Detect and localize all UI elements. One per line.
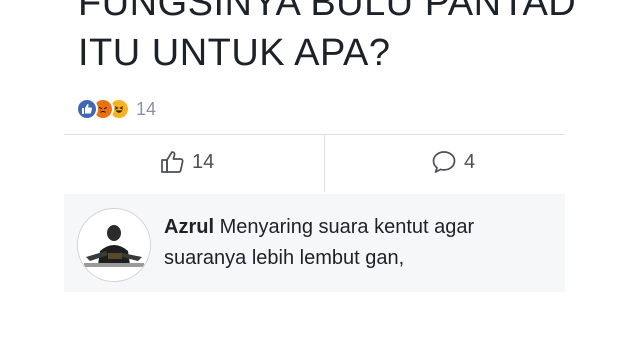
- post-title: FUNGSINYA BULU PANTAD ITU UNTUK APA?: [78, 0, 598, 78]
- like-button[interactable]: 14: [158, 145, 214, 179]
- thumbs-up-icon: [161, 151, 184, 173]
- reaction-count: 14: [136, 98, 157, 119]
- comment-author-name[interactable]: Azrul: [164, 216, 214, 238]
- reaction-summary[interactable]: 14: [76, 96, 156, 122]
- action-bar-separator: [324, 134, 325, 192]
- avatar[interactable]: [77, 208, 151, 282]
- action-bar-divider: [64, 134, 565, 135]
- post-title-line-1: FUNGSINYA BULU PANTAD: [78, 0, 577, 24]
- speech-bubble-icon: [432, 151, 456, 173]
- post-title-line-2: ITU UNTUK APA?: [78, 32, 391, 74]
- comment-body: Azrul Menyaring suara kentut agar suaran…: [164, 212, 559, 274]
- like-reaction-icon: [76, 98, 98, 120]
- comment-count: 4: [464, 150, 476, 173]
- comment-button[interactable]: 4: [430, 145, 475, 179]
- like-count: 14: [192, 150, 215, 173]
